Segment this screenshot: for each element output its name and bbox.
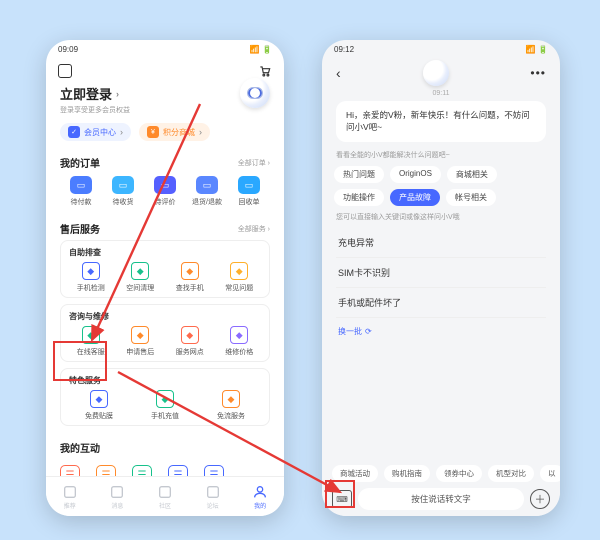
annotation-arrow-1 [0, 0, 600, 540]
